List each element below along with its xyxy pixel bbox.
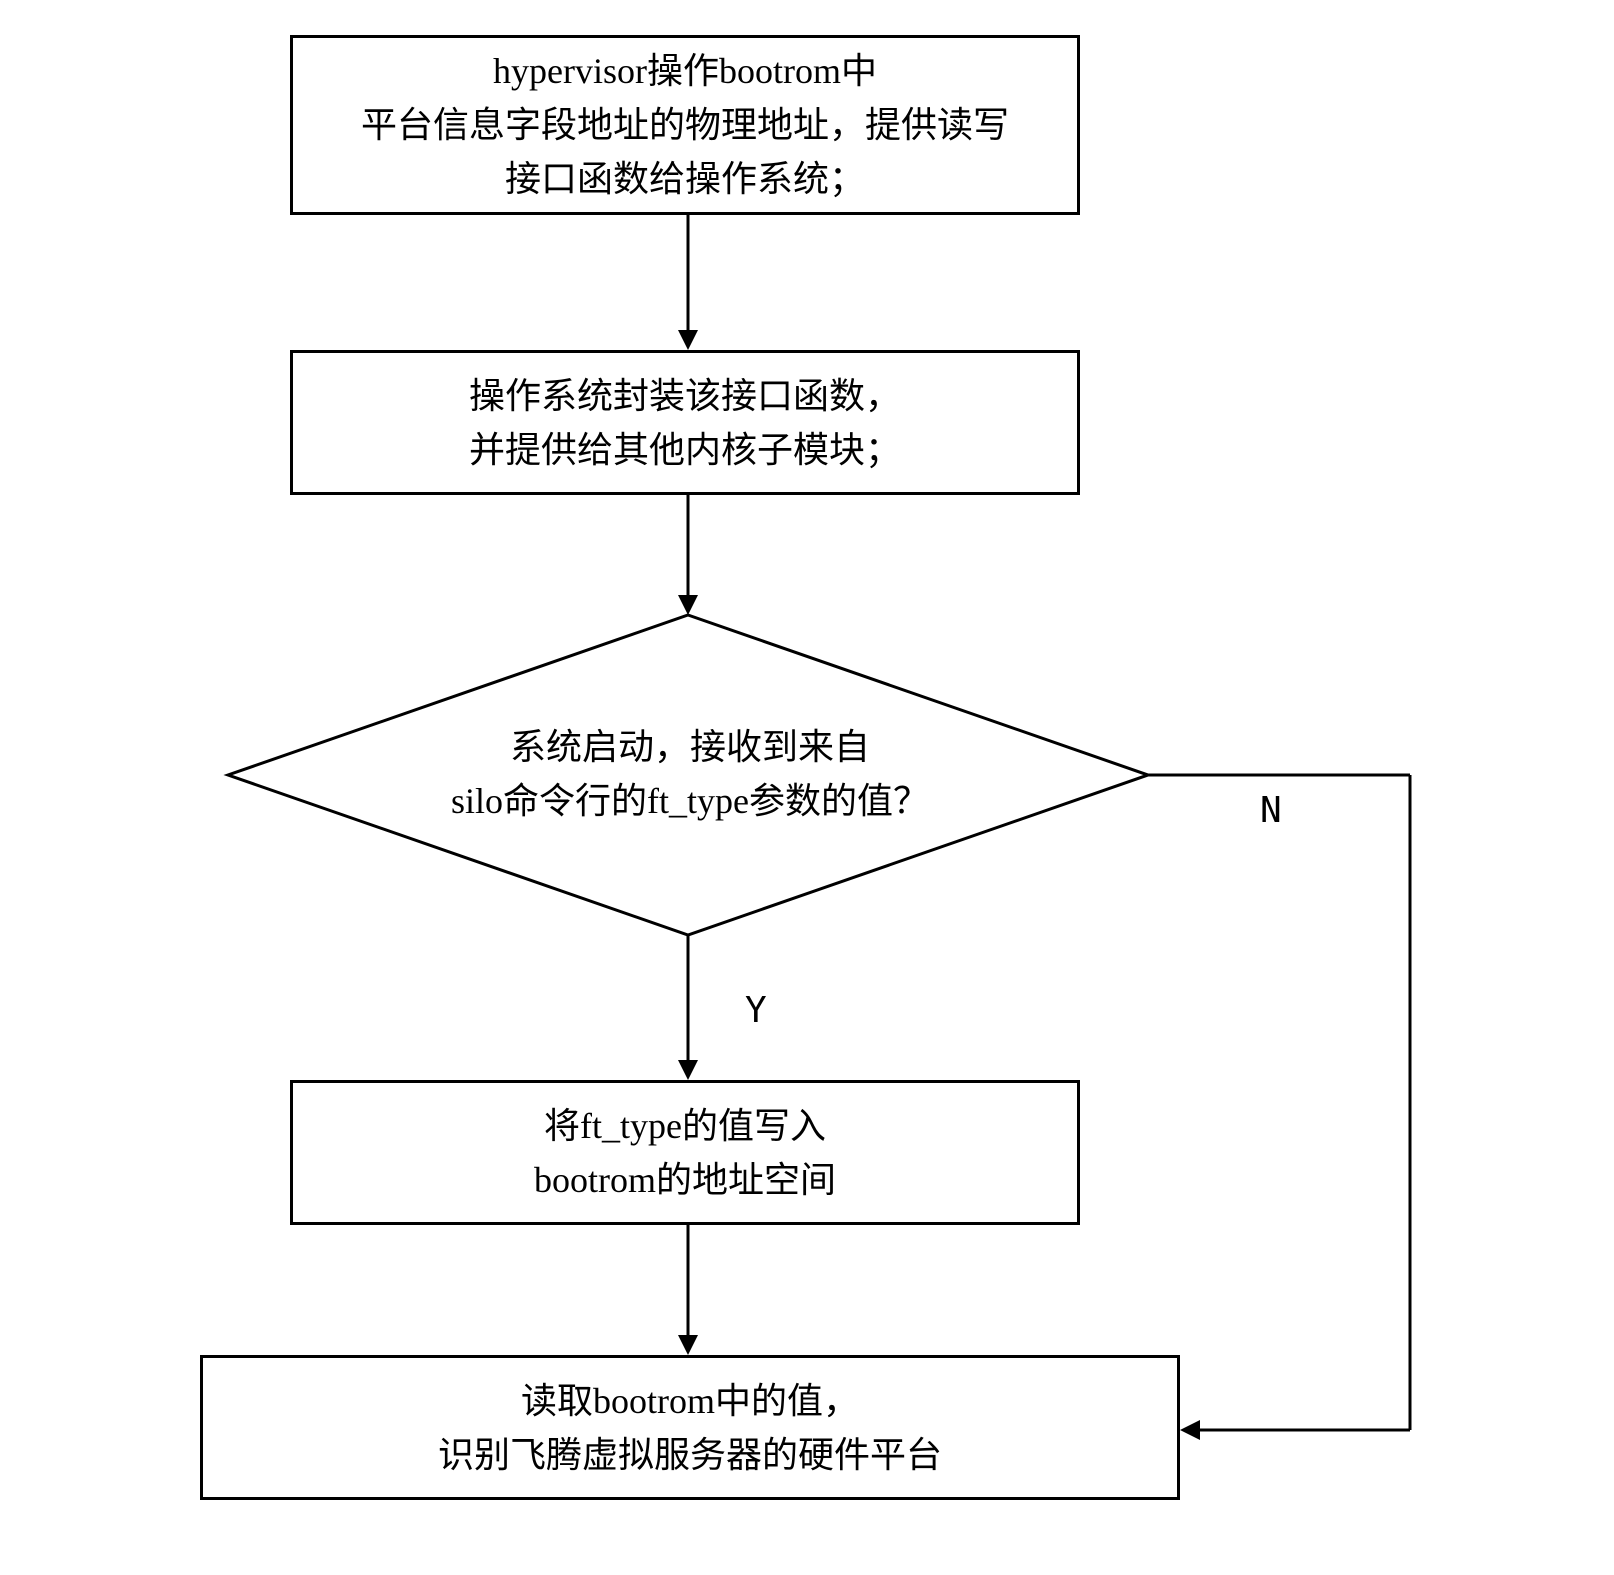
process-box-4: 读取bootrom中的值， 识别飞腾虚拟服务器的硬件平台: [200, 1355, 1180, 1500]
decision-line1: 系统启动，接收到来自: [350, 720, 1030, 774]
box3-line2: bootrom的地址空间: [534, 1153, 836, 1207]
process-box-3: 将ft_type的值写入 bootrom的地址空间: [290, 1080, 1080, 1225]
box4-line1: 读取bootrom中的值，: [438, 1374, 942, 1428]
yes-label: Y: [745, 990, 767, 1031]
decision-line2: silo命令行的ft_type参数的值？: [350, 774, 1030, 828]
box4-line2: 识别飞腾虚拟服务器的硬件平台: [438, 1428, 942, 1482]
no-label: N: [1260, 790, 1282, 831]
box3-line1: 将ft_type的值写入: [534, 1099, 836, 1153]
decision-diamond: 系统启动，接收到来自 silo命令行的ft_type参数的值？: [350, 720, 1030, 828]
